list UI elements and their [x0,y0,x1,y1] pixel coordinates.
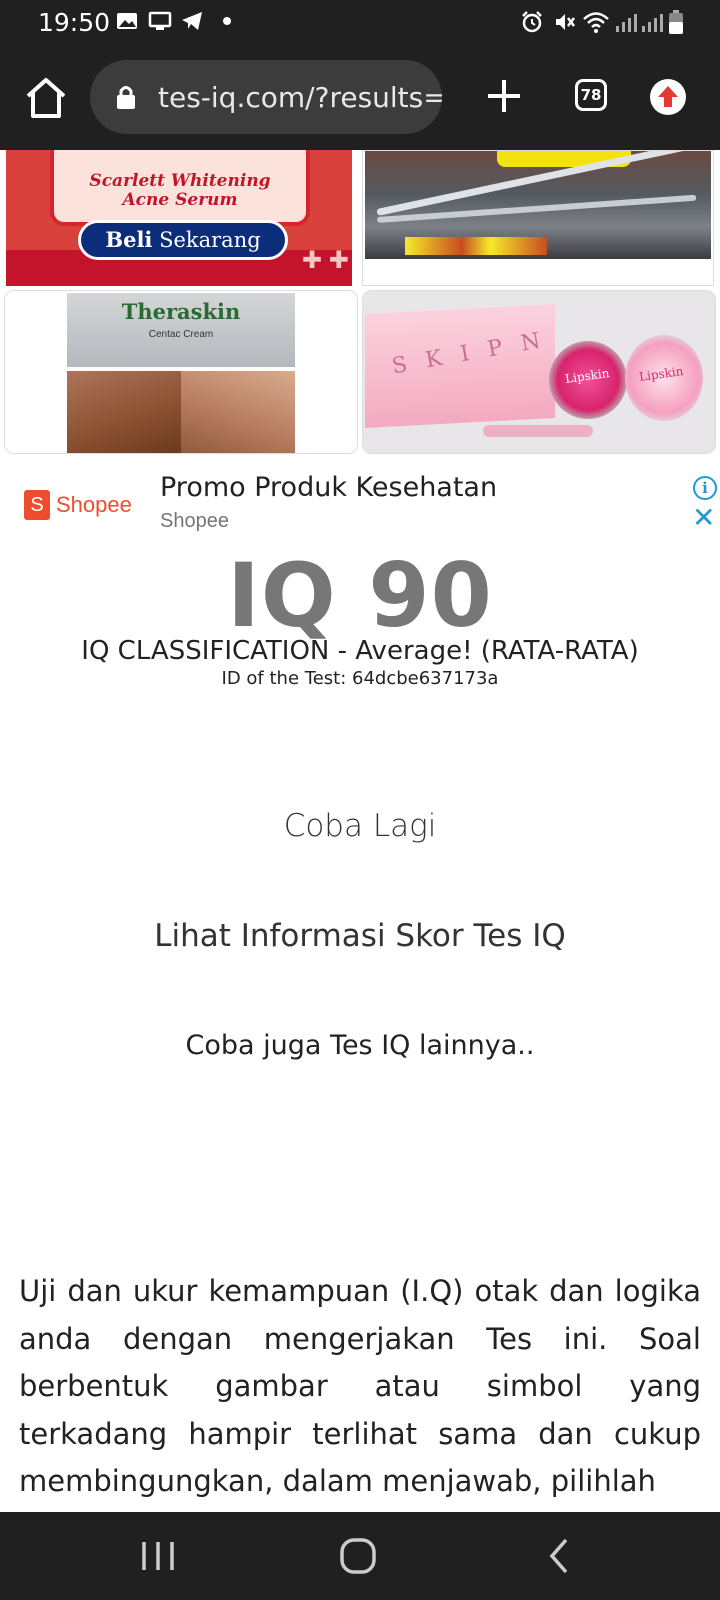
home-nav-icon[interactable] [338,1536,378,1576]
iq-classification: IQ CLASSIFICATION - Average! (RATA-RATA) [81,636,639,666]
lock-icon [117,86,135,109]
dot-icon [223,17,231,25]
ad-info-icon[interactable]: i [693,476,717,500]
ad-close-icon[interactable]: ✕ [692,504,715,532]
test-id: ID of the Test: 64dcbe637173a [221,668,499,689]
buy-now-button[interactable]: Beli Sekarang [78,220,288,260]
update-button[interactable] [650,79,686,115]
mute-icon [556,14,575,30]
product-tile-lipskin[interactable]: S K I P N Lipskin Lipskin [362,290,716,454]
product-subtitle: Centac Cream [148,329,214,340]
signal-icon [616,14,637,32]
tab-switcher-button[interactable]: 78 [575,79,607,111]
description-paragraph: Uji dan ukur kemampuan (I.Q) otak dan lo… [19,1274,701,1498]
buy-label-bold: Beli [105,227,153,252]
home-icon[interactable] [22,74,70,122]
retry-link[interactable]: Coba Lagi [0,808,720,844]
telegram-icon [182,12,202,30]
iq-score: IQ 90 [227,544,493,647]
product-brand: Theraskin [121,299,241,324]
product-tile-theraskin[interactable]: Theraskin Centac Cream [4,290,358,454]
product-name-line2: Acne Serum [122,190,238,210]
signal-icon [642,14,663,32]
product-image [365,151,711,259]
product-tile-scarlett[interactable]: Scarlett Whitening Acne Serum Beli Sekar… [6,150,352,286]
status-time: 19:50 [38,8,111,37]
shopee-bag-icon: S [24,490,50,520]
product-name-line1: Scarlett Whitening [89,171,271,191]
before-photo [67,371,181,453]
other-tests-link[interactable]: Coba juga Tes IQ lainnya.. [0,1030,720,1061]
back-icon[interactable] [540,1536,580,1576]
shopee-logo-text: Shopee [56,492,132,517]
shopee-ad[interactable]: S Shopee Promo Produk Kesehatan Shopee i… [0,462,720,544]
browser-toolbar: tes-iq.com/?results= 78 [0,44,720,150]
arrow-up-icon [658,86,678,107]
alarm-icon [522,11,542,33]
status-bar: 19:50 [0,0,720,44]
product-tile-tools[interactable] [362,150,714,286]
product-name: Scarlett Whitening Acne Serum [50,172,310,210]
ad-source: Shopee [160,510,229,532]
package-strip [405,237,547,255]
system-nav-bar [0,1512,720,1600]
url-text: tes-iq.com/?results= [158,81,442,114]
ad-title[interactable]: Promo Produk Kesehatan [160,472,497,503]
battery-icon [669,10,683,34]
gallery-icon [117,13,137,29]
sparkle-icon: ✚ ✚ [302,247,349,274]
score-info-link[interactable]: Lihat Informasi Skor Tes IQ [0,918,720,954]
recent-apps-icon[interactable] [138,1536,178,1576]
buy-label-rest: Sekarang [152,228,261,252]
cast-icon [148,11,172,30]
wifi-icon [583,12,609,33]
url-bar[interactable]: tes-iq.com/?results= [90,60,442,134]
lip-swatch [483,425,593,437]
page-content: Scarlett Whitening Acne Serum Beli Sekar… [0,150,720,1512]
after-photo [181,371,295,453]
new-tab-icon[interactable] [484,76,524,116]
